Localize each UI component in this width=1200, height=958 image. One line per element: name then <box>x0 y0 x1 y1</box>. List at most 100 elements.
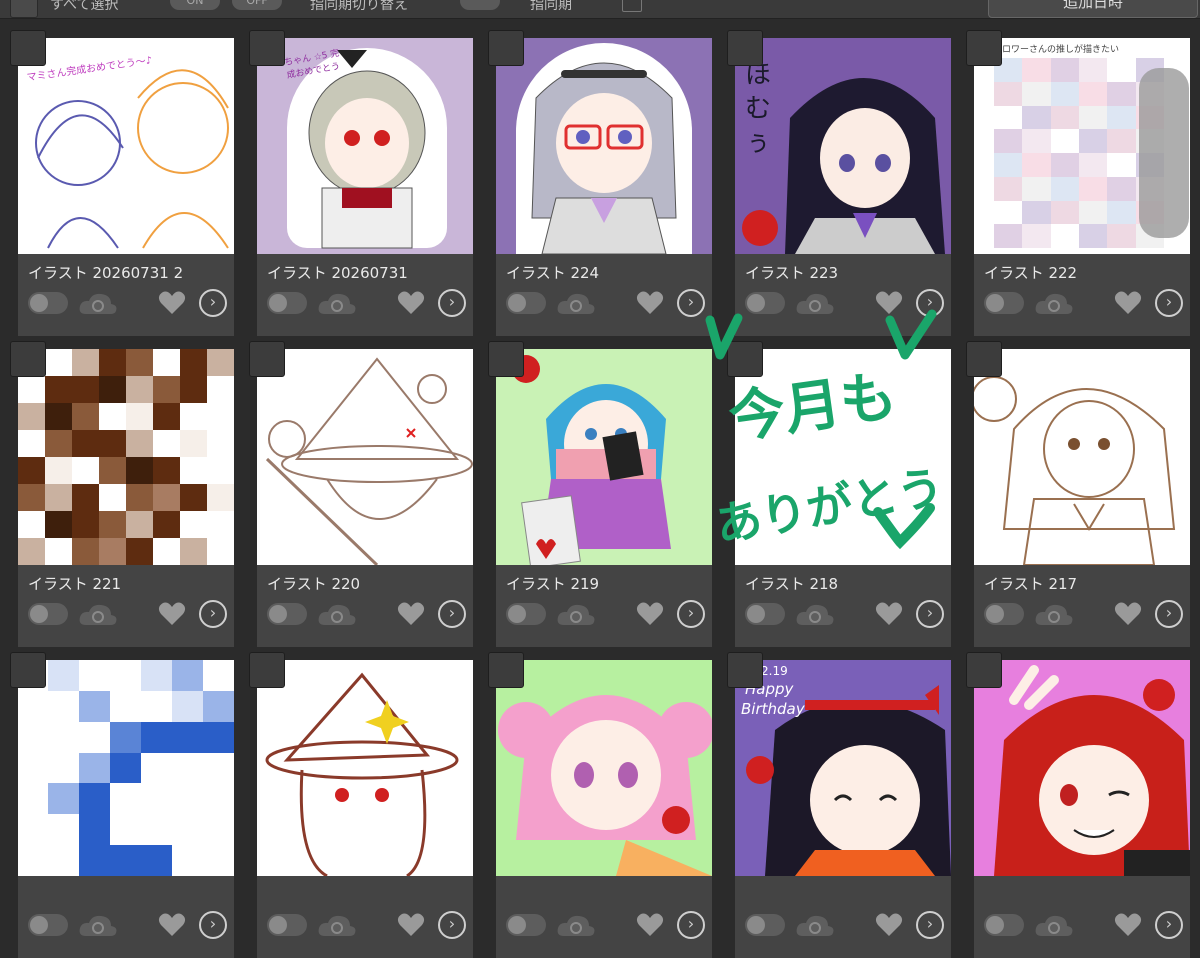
chevron-right-circle-icon[interactable]: › <box>677 600 705 628</box>
select-checkbox[interactable] <box>966 341 1002 377</box>
heart-icon[interactable] <box>1114 601 1142 627</box>
cloud-sync-icon[interactable] <box>317 292 357 316</box>
select-checkbox[interactable] <box>488 30 524 66</box>
chevron-right-circle-icon[interactable]: › <box>199 911 227 939</box>
illustration-card[interactable]: マミさん完成おめでとう～♪ イラスト 20260731 2 › <box>10 30 234 336</box>
toggle-icon[interactable] <box>28 603 68 625</box>
select-checkbox[interactable] <box>249 341 285 377</box>
chevron-right-circle-icon[interactable]: › <box>916 289 944 317</box>
illustration-thumbnail[interactable]: ちゃん ☆5 完成おめでとう <box>257 38 473 254</box>
select-all-checkbox[interactable] <box>10 0 38 18</box>
cloud-sync-icon[interactable] <box>78 603 118 627</box>
illustration-thumbnail[interactable] <box>18 660 234 876</box>
select-checkbox[interactable] <box>488 341 524 377</box>
heart-icon[interactable] <box>158 912 186 938</box>
toggle-icon[interactable] <box>506 914 546 936</box>
chevron-right-circle-icon[interactable]: › <box>1155 911 1183 939</box>
heart-icon[interactable] <box>158 290 186 316</box>
heart-icon[interactable] <box>875 290 903 316</box>
cloud-sync-icon[interactable] <box>556 914 596 938</box>
illustration-card[interactable]: イラスト 220 › <box>249 341 473 647</box>
toggle-icon[interactable] <box>984 292 1024 314</box>
illustration-thumbnail[interactable] <box>257 349 473 565</box>
illustration-card[interactable]: イラスト 221 › <box>10 341 234 647</box>
select-checkbox[interactable] <box>10 30 46 66</box>
illustration-thumbnail[interactable]: 2.19 Happy Birthday <box>735 660 951 876</box>
chevron-right-circle-icon[interactable]: › <box>677 911 705 939</box>
select-checkbox[interactable] <box>249 30 285 66</box>
illustration-card[interactable]: イラスト 224 › <box>488 30 712 336</box>
heart-icon[interactable] <box>636 290 664 316</box>
toggle-icon[interactable] <box>506 292 546 314</box>
cloud-sync-icon[interactable] <box>556 292 596 316</box>
select-all-label[interactable]: すべて選択 <box>50 0 118 14</box>
select-checkbox[interactable] <box>488 652 524 688</box>
select-checkbox[interactable] <box>966 30 1002 66</box>
illustration-card[interactable]: イラスト 219 › <box>488 341 712 647</box>
toggle-icon[interactable] <box>506 603 546 625</box>
select-checkbox[interactable] <box>966 652 1002 688</box>
illustration-card[interactable]: 2.19 Happy Birthday › <box>727 652 951 958</box>
heart-icon[interactable] <box>636 912 664 938</box>
illustration-card[interactable]: › <box>249 652 473 958</box>
chevron-right-circle-icon[interactable]: › <box>916 911 944 939</box>
heart-icon[interactable] <box>1114 912 1142 938</box>
illustration-thumbnail[interactable] <box>257 660 473 876</box>
chevron-right-circle-icon[interactable]: › <box>438 911 466 939</box>
illustration-card[interactable]: ちゃん ☆5 完成おめでとう イラスト 20260731 › <box>249 30 473 336</box>
chevron-right-circle-icon[interactable]: › <box>199 289 227 317</box>
illustration-thumbnail[interactable]: フォロワーさんの推しが描きたい <box>974 38 1190 254</box>
toggle-icon[interactable] <box>745 292 785 314</box>
cloud-sync-icon[interactable] <box>1034 603 1074 627</box>
illustration-card[interactable]: イラスト 217 › <box>966 341 1190 647</box>
toggle-icon[interactable] <box>28 914 68 936</box>
illustration-card[interactable]: イラスト 218 › <box>727 341 951 647</box>
sort-toggle-label[interactable]: 指同期切り替え <box>310 0 408 14</box>
illustration-thumbnail[interactable]: ほむぅ <box>735 38 951 254</box>
select-checkbox[interactable] <box>10 652 46 688</box>
illustration-thumbnail[interactable]: マミさん完成おめでとう～♪ <box>18 38 234 254</box>
select-checkbox[interactable] <box>727 30 763 66</box>
heart-icon[interactable] <box>636 601 664 627</box>
toggle-icon[interactable] <box>28 292 68 314</box>
illustration-card[interactable]: ほむぅ イラスト 223 › <box>727 30 951 336</box>
cloud-sync-icon[interactable] <box>1034 914 1074 938</box>
illustration-thumbnail[interactable] <box>735 349 951 565</box>
select-checkbox[interactable] <box>249 652 285 688</box>
heart-icon[interactable] <box>397 912 425 938</box>
chevron-right-circle-icon[interactable]: › <box>916 600 944 628</box>
heart-icon[interactable] <box>875 912 903 938</box>
illustration-thumbnail[interactable] <box>496 660 712 876</box>
illustration-card[interactable]: › <box>10 652 234 958</box>
toggle-icon[interactable] <box>745 914 785 936</box>
select-checkbox[interactable] <box>10 341 46 377</box>
heart-icon[interactable] <box>158 601 186 627</box>
illustration-thumbnail[interactable] <box>496 349 712 565</box>
chevron-right-circle-icon[interactable]: › <box>438 289 466 317</box>
heart-icon[interactable] <box>1114 290 1142 316</box>
sort-order-dropdown[interactable]: 追加日時 <box>988 0 1198 18</box>
illustration-card[interactable]: フォロワーさんの推しが描きたい イラスト 222 › <box>966 30 1190 336</box>
select-checkbox[interactable] <box>727 341 763 377</box>
chevron-right-circle-icon[interactable]: › <box>1155 289 1183 317</box>
chevron-right-circle-icon[interactable]: › <box>1155 600 1183 628</box>
cloud-sync-icon[interactable] <box>317 914 357 938</box>
cloud-sync-icon[interactable] <box>795 914 835 938</box>
illustration-card[interactable]: › <box>966 652 1190 958</box>
on-toggle[interactable]: ON <box>170 0 220 10</box>
illustration-thumbnail[interactable] <box>974 660 1190 876</box>
select-checkbox[interactable] <box>727 652 763 688</box>
cloud-sync-icon[interactable] <box>795 603 835 627</box>
toggle-icon[interactable] <box>267 603 307 625</box>
cloud-sync-icon[interactable] <box>317 603 357 627</box>
chevron-right-circle-icon[interactable]: › <box>677 289 705 317</box>
heart-icon[interactable] <box>397 290 425 316</box>
heart-icon[interactable] <box>397 601 425 627</box>
toggle-icon[interactable] <box>267 292 307 314</box>
illustration-thumbnail[interactable] <box>974 349 1190 565</box>
sync-toggle[interactable] <box>460 0 500 10</box>
toggle-icon[interactable] <box>267 914 307 936</box>
illustration-card[interactable]: › <box>488 652 712 958</box>
heart-icon[interactable] <box>875 601 903 627</box>
toggle-icon[interactable] <box>984 914 1024 936</box>
